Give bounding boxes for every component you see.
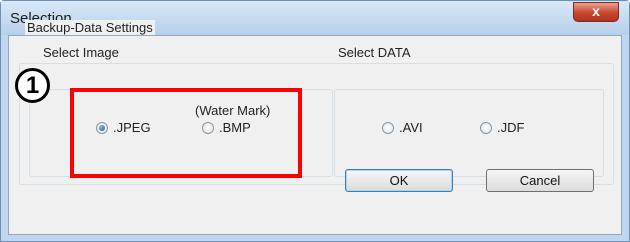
cancel-button[interactable]: Cancel [486,169,594,192]
close-button[interactable]: x [573,2,619,22]
radio-avi[interactable]: .AVI [382,120,423,135]
radio-avi-label: .AVI [399,120,423,135]
radio-button-unchecked[interactable] [382,121,394,134]
step-number-badge: 1 [15,68,50,103]
radio-jdf[interactable]: .JDF [480,120,524,135]
close-icon: x [592,3,600,19]
highlight-box [70,88,302,178]
ok-button[interactable]: OK [345,169,453,192]
backup-data-settings-label: Backup-Data Settings [25,20,155,35]
select-image-label: Select Image [41,45,121,60]
radio-jdf-label: .JDF [497,120,525,135]
selection-dialog: Selection x Backup-Data Settings Select … [0,0,630,242]
select-data-group [334,89,604,177]
radio-button-unchecked[interactable] [480,121,492,134]
select-data-label: Select DATA [336,45,413,60]
